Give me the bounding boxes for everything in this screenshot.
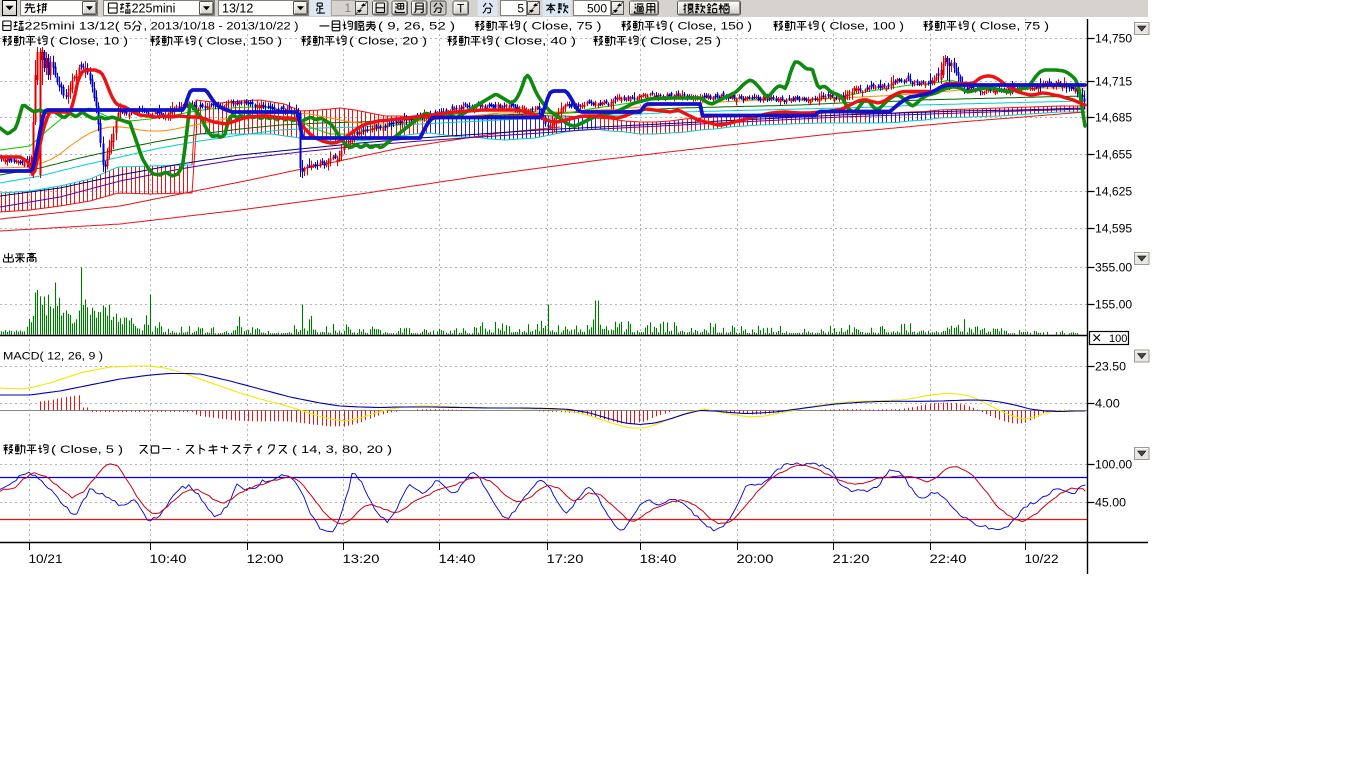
svg-text:( Close, 5 ): ( Close, 5 ) <box>51 444 123 456</box>
svg-text:( 14, 3, 80, 20 ): ( 14, 3, 80, 20 ) <box>292 444 392 456</box>
svg-text:22:40: 22:40 <box>930 554 967 566</box>
svg-text:4.00: 4.00 <box>1095 399 1120 411</box>
svg-text:13/12: 13/12 <box>222 2 253 16</box>
svg-text:21:20: 21:20 <box>833 554 870 566</box>
svg-text:10/21: 10/21 <box>29 554 63 566</box>
svg-text:( 9, 26, 52 ): ( 9, 26, 52 ) <box>378 21 455 33</box>
svg-text:14,685: 14,685 <box>1095 113 1132 125</box>
svg-text:5: 5 <box>517 2 524 16</box>
svg-text:, 2013/10/18 - 2013/10/22 ): , 2013/10/18 - 2013/10/22 ) <box>144 21 299 33</box>
svg-text:( Close, 100 ): ( Close, 100 ) <box>821 21 904 33</box>
svg-text:10/22: 10/22 <box>1025 554 1059 566</box>
svg-text:225mini 13/12( 5: 225mini 13/12( 5 <box>25 21 132 33</box>
svg-text:18:40: 18:40 <box>640 554 677 566</box>
svg-text:500: 500 <box>587 2 607 16</box>
svg-text:14,595: 14,595 <box>1095 224 1132 236</box>
svg-text:( Close, 75 ): ( Close, 75 ) <box>971 21 1049 33</box>
svg-text:14,655: 14,655 <box>1095 150 1132 162</box>
svg-text:23.50: 23.50 <box>1095 362 1126 374</box>
svg-text:( Close, 10 ): ( Close, 10 ) <box>50 36 128 48</box>
svg-text:( Close, 25 ): ( Close, 25 ) <box>641 36 721 48</box>
svg-text:( Close, 40 ): ( Close, 40 ) <box>495 36 576 48</box>
svg-text:355.00: 355.00 <box>1095 263 1132 275</box>
svg-text:17:20: 17:20 <box>547 554 584 566</box>
svg-text:1: 1 <box>345 3 351 15</box>
svg-text:14:40: 14:40 <box>439 554 476 566</box>
svg-text:10:40: 10:40 <box>150 554 187 566</box>
svg-text:13:20: 13:20 <box>343 554 380 566</box>
svg-text:20:00: 20:00 <box>737 554 774 566</box>
svg-text:155.00: 155.00 <box>1095 300 1132 312</box>
svg-text:T: T <box>457 2 465 16</box>
svg-text:( Close, 20 ): ( Close, 20 ) <box>349 36 427 48</box>
svg-text:( Close, 150 ): ( Close, 150 ) <box>669 21 752 33</box>
svg-text:45.00: 45.00 <box>1095 498 1126 510</box>
svg-text:100: 100 <box>1109 333 1127 345</box>
svg-text:12:00: 12:00 <box>247 554 284 566</box>
svg-text:( Close, 150 ): ( Close, 150 ) <box>198 36 282 48</box>
svg-text:14,715: 14,715 <box>1095 77 1132 89</box>
svg-text:MACD( 12, 26, 9 ): MACD( 12, 26, 9 ) <box>3 351 103 363</box>
svg-text:14,625: 14,625 <box>1095 187 1132 199</box>
svg-text:14,750: 14,750 <box>1095 34 1132 46</box>
svg-text:100.00: 100.00 <box>1095 460 1132 472</box>
svg-text:( Close, 75 ): ( Close, 75 ) <box>523 21 602 33</box>
svg-text:225mini: 225mini <box>132 2 176 16</box>
